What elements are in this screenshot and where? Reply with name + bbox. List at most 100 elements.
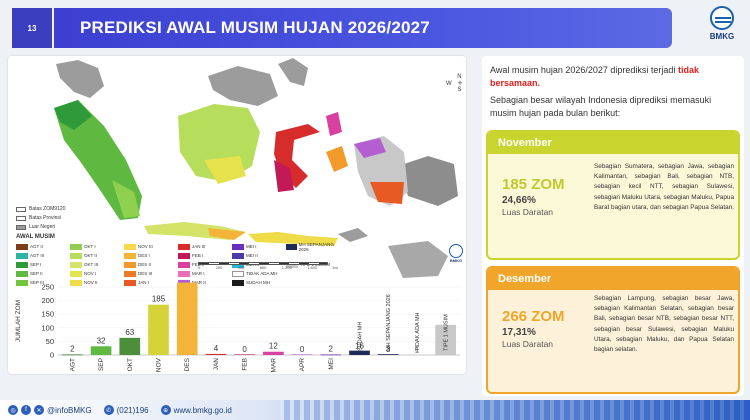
data-label: 2 bbox=[329, 344, 334, 353]
philippines-shape bbox=[278, 58, 308, 86]
data-label: 63 bbox=[125, 328, 134, 337]
x-tick-label: TIDAK ADA MH bbox=[415, 312, 421, 351]
legend-label: MAR I bbox=[192, 271, 205, 276]
legend-swatch bbox=[232, 252, 244, 259]
legend-label: JAN III bbox=[192, 244, 206, 249]
legend-label: MEI I bbox=[246, 244, 257, 249]
legend-label: Luar Negeri bbox=[29, 224, 56, 230]
legend-basic-item: Luar Negeri bbox=[16, 224, 65, 230]
data-label: 266 bbox=[181, 281, 195, 282]
legend-swatch bbox=[124, 261, 136, 268]
bar bbox=[176, 282, 198, 355]
scale-label: 1.600 bbox=[307, 265, 318, 270]
legend-item: OKT III bbox=[70, 261, 124, 268]
facebook-icon[interactable]: f bbox=[21, 405, 31, 415]
card-desember-stats: 266 ZOM 17,31% Luas Daratan bbox=[502, 308, 565, 349]
legend-item: DES III bbox=[124, 270, 178, 277]
data-label: 0 bbox=[242, 345, 247, 354]
scale-label: km bbox=[332, 265, 338, 270]
y-tick-label: 100 bbox=[41, 323, 54, 332]
scale-label: 800 bbox=[259, 265, 267, 270]
legend-swatch bbox=[70, 243, 82, 250]
legend-item: OKT II bbox=[70, 252, 124, 259]
card-desember: Desember 266 ZOM 17,31% Luas Daratan Seb… bbox=[486, 266, 740, 394]
legend-item bbox=[286, 252, 340, 259]
bar-chart-svg: JUMLAH ZOM0501001502002502AGT32SEP63OKT1… bbox=[15, 273, 460, 373]
scale-label: 200 bbox=[215, 265, 223, 270]
legend-swatch bbox=[286, 243, 297, 250]
compass: N W ✛ E S bbox=[446, 74, 466, 93]
y-tick-label: 0 bbox=[50, 351, 54, 360]
legend-item: DES II bbox=[124, 261, 178, 268]
compass-s: S bbox=[457, 87, 462, 93]
legend-label: DES I bbox=[138, 253, 150, 258]
legend-swatch bbox=[232, 270, 244, 277]
x-tick-label: SEP bbox=[98, 358, 105, 371]
social-handle[interactable]: @infoBMKG bbox=[47, 406, 92, 415]
legend-item: SEP II bbox=[16, 270, 70, 277]
x-tick-label: AGT bbox=[69, 358, 76, 371]
data-label: 32 bbox=[97, 336, 106, 345]
legend-item: FEB I bbox=[178, 252, 232, 259]
bar bbox=[320, 354, 342, 356]
legend-item: AGT II bbox=[16, 243, 70, 250]
indonesia-map: N W ✛ E S Batas ZOM9120 Batas Provinsi Lua… bbox=[8, 56, 466, 286]
phone-contact: ✆ (021)196 bbox=[103, 405, 149, 415]
legend-label: OKT I bbox=[84, 244, 96, 249]
legend-swatch bbox=[178, 270, 190, 277]
bar bbox=[406, 354, 428, 356]
x-tick-label: DES bbox=[184, 357, 191, 371]
bar bbox=[377, 354, 399, 355]
legend-item: JAN III bbox=[178, 243, 232, 250]
legend-item bbox=[286, 270, 340, 277]
legend-item bbox=[340, 261, 394, 268]
papua-south-shape bbox=[370, 182, 404, 204]
footer: ◎ f ✕ @infoBMKG ✆ (021)196 ⊕ www.bmkg.go… bbox=[0, 400, 750, 420]
legend-item bbox=[340, 243, 394, 250]
card-desember-header: Desember bbox=[488, 268, 738, 290]
x-tick-label: MH SEPANJANG 2026 bbox=[386, 294, 392, 351]
website-link: ⊕ www.bmkg.go.id bbox=[160, 405, 232, 415]
legend-label: Batas Provinsi bbox=[29, 215, 61, 221]
legend-item: MH SEPANJANG 2026 bbox=[286, 242, 340, 252]
legend-label: SEP II bbox=[30, 271, 43, 276]
legend-swatch bbox=[16, 261, 28, 268]
x-tick-label: MAR bbox=[270, 358, 277, 373]
bmkg-logo-text: BMKG bbox=[709, 32, 735, 41]
legend-swatch bbox=[232, 243, 244, 250]
website-url[interactable]: www.bmkg.go.id bbox=[174, 406, 232, 415]
globe-icon: ⊕ bbox=[160, 405, 171, 415]
legend-label: FEB I bbox=[192, 253, 204, 258]
phone-number[interactable]: (021)196 bbox=[117, 406, 149, 415]
legend-item: OKT I bbox=[70, 243, 124, 250]
card-desember-zom: 266 ZOM bbox=[502, 308, 565, 325]
maluku-utara-shape bbox=[326, 112, 342, 136]
bmkg-logo: BMKG bbox=[700, 6, 744, 50]
legend-item bbox=[340, 270, 394, 277]
x-tick-label: JAN bbox=[213, 358, 220, 371]
card-november-zom: 185 ZOM bbox=[502, 176, 565, 193]
legend-label: AGT III bbox=[30, 253, 45, 258]
legend-swatch bbox=[70, 270, 82, 277]
bar bbox=[148, 304, 169, 355]
card-november: November 185 ZOM 24,66% Luas Daratan Seb… bbox=[486, 130, 740, 260]
bar bbox=[62, 354, 83, 356]
legend-label: TIDAK ADA MH bbox=[246, 271, 278, 276]
bar bbox=[205, 353, 227, 355]
intro-text: Awal musim hujan 2026/2027 diprediksi te… bbox=[490, 64, 735, 90]
compass-rose-icon: ✛ bbox=[457, 81, 463, 87]
legend-item: NOV I bbox=[70, 270, 124, 277]
instagram-icon[interactable]: ◎ bbox=[8, 405, 18, 415]
y-tick-label: 200 bbox=[41, 296, 54, 305]
legend-item bbox=[340, 252, 394, 259]
x-icon[interactable]: ✕ bbox=[34, 405, 44, 415]
map-scale: 0 200 400 800 1.200 1.600 km bbox=[198, 262, 348, 270]
bmkg-logo-icon bbox=[710, 6, 734, 30]
legend-swatch bbox=[124, 243, 136, 250]
legend-item: TIDAK ADA MH bbox=[232, 270, 286, 277]
legend-basic-item: Batas ZOM9120 bbox=[16, 206, 65, 212]
scale-label: 1.200 bbox=[281, 265, 292, 270]
x-tick-label: APR bbox=[299, 358, 306, 372]
australia-shape bbox=[388, 241, 448, 278]
data-label: 0 bbox=[300, 345, 305, 354]
